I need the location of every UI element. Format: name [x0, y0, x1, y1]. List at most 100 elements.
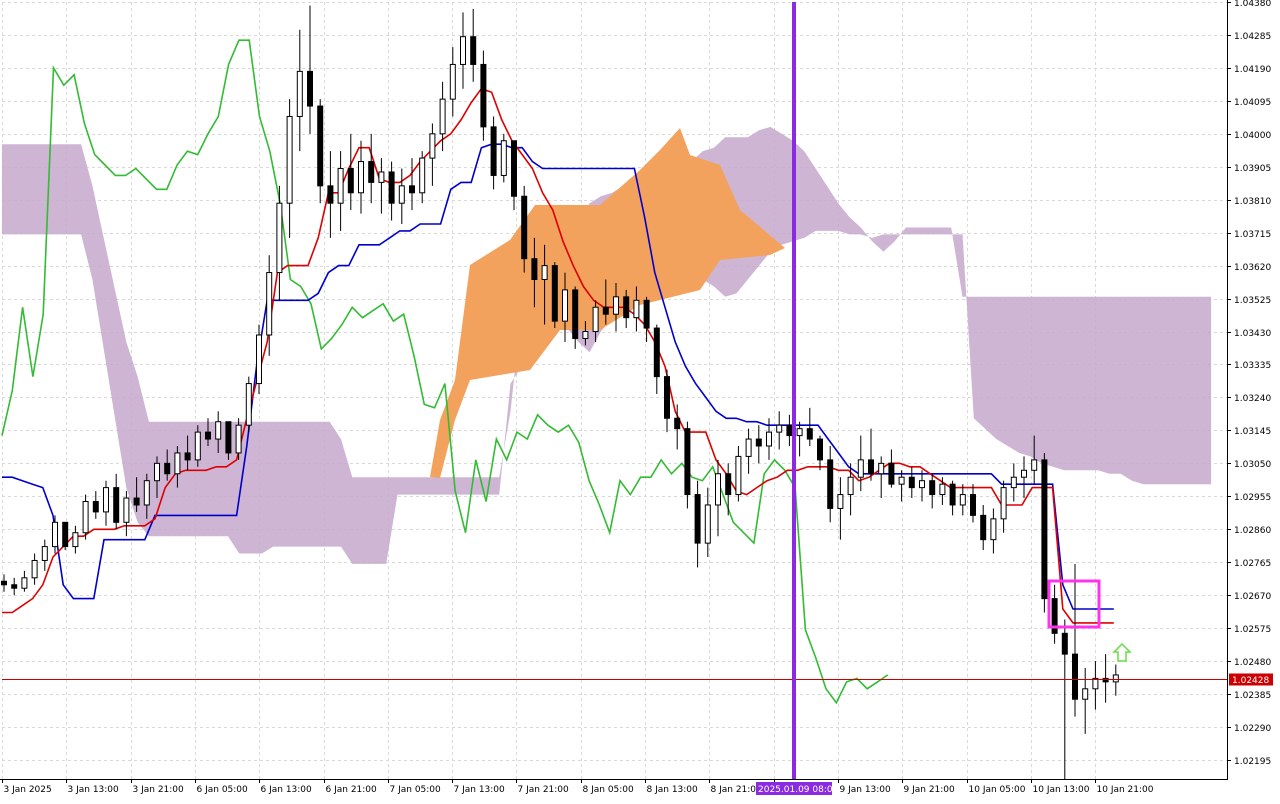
candle-body-bull	[1021, 469, 1027, 478]
candle-body-bull	[939, 483, 946, 496]
candle-body-bull	[633, 299, 640, 319]
candle-body-bull	[245, 383, 252, 426]
candle[interactable]	[1041, 452, 1048, 613]
candle[interactable]	[480, 50, 487, 141]
candle-body-bull	[766, 431, 772, 447]
candle-body-bear	[817, 438, 823, 461]
candle-body-bear	[490, 126, 497, 176]
candle-body-bear	[623, 296, 630, 319]
y-tick-label: 1.03335	[1234, 361, 1271, 371]
candle-body-bull	[847, 476, 854, 496]
candle[interactable]	[500, 133, 507, 183]
candle-body-bear	[409, 185, 415, 194]
candle[interactable]	[551, 262, 558, 329]
candle-body-bull	[1031, 459, 1038, 471]
candle[interactable]	[256, 324, 262, 394]
current-price-label: 1.02428	[1232, 676, 1269, 686]
candle-body-bull	[796, 428, 803, 437]
y-tick-label: 1.02955	[1234, 493, 1271, 503]
candle-body-bull	[735, 455, 742, 496]
y-tick-label: 1.02575	[1234, 625, 1271, 635]
candle-body-bear	[368, 161, 375, 183]
y-tick-label: 1.04380	[1234, 0, 1271, 9]
candle-body-bear	[480, 63, 487, 128]
candle-body-bear	[643, 299, 650, 329]
y-tick-label: 1.03715	[1234, 230, 1271, 240]
chart-canvas[interactable]: 1.02428 1.04380 1.04285 1.04190 1.04095 1.04…	[0, 0, 1280, 800]
candle-body-bull	[256, 334, 262, 385]
y-tick-label: 1.02385	[1234, 691, 1271, 701]
candle-body-bull	[745, 438, 752, 457]
candle-body-bear	[388, 171, 395, 204]
candle-body-bull	[898, 476, 905, 485]
candle-body-bull	[500, 140, 507, 176]
candle-body-bear	[684, 428, 691, 496]
candle-body-bull	[919, 480, 925, 489]
candle-body-bull	[82, 501, 89, 534]
candle-body-bear	[725, 473, 732, 496]
x-tick-label: 10 Jan 21:00	[1097, 785, 1154, 795]
y-tick-label: 1.02290	[1234, 724, 1271, 734]
candle-body-bear	[347, 168, 354, 194]
y-tick-label: 1.02195	[1234, 757, 1271, 767]
candle-body-bear	[11, 584, 18, 589]
candle-body-bear	[949, 483, 956, 506]
candle-body-bull	[337, 168, 344, 204]
candle-body-bull	[613, 296, 619, 315]
candle-body-bull	[266, 272, 273, 336]
candle-body-bull	[1082, 688, 1089, 700]
candle-body-bear	[1, 580, 7, 586]
candle-body-bull	[296, 70, 303, 117]
candle-body-bull	[174, 452, 181, 475]
x-tick-label: 6 Jan 13:00	[261, 785, 313, 795]
x-tick-label: 6 Jan 21:00	[326, 785, 378, 795]
candle[interactable]	[245, 376, 252, 433]
candle[interactable]	[82, 494, 89, 540]
candle[interactable]	[62, 521, 69, 551]
candle-body-bull	[1112, 674, 1119, 683]
candle-body-bear	[908, 476, 915, 489]
candle-body-bear	[205, 431, 211, 440]
candle-body-bear	[929, 480, 936, 496]
candle-body-bull	[154, 462, 160, 482]
y-tick-label: 1.04095	[1234, 98, 1271, 108]
candle-body-bear	[1102, 677, 1109, 683]
candle-body-bear	[694, 494, 701, 544]
candle-body-bear	[888, 462, 895, 485]
candle-body-bull	[1010, 476, 1017, 489]
candle-body-bear	[551, 265, 558, 322]
candle-body-bear	[531, 258, 538, 280]
y-tick-label: 1.03240	[1234, 394, 1271, 404]
candle-body-bear	[980, 514, 987, 541]
candle-body-bear	[868, 459, 874, 475]
candle-body-bear	[572, 289, 579, 339]
x-tick-label: 9 Jan 13:00	[840, 785, 892, 795]
candle-body-bear	[970, 494, 976, 516]
y-tick-label: 1.02480	[1234, 658, 1271, 668]
chart[interactable]: 1.02428 1.04380 1.04285 1.04190 1.04095 1.04…	[0, 0, 1280, 800]
candle-body-bull	[439, 98, 446, 135]
candle-body-bear	[133, 497, 140, 506]
candle-body-bull	[460, 36, 466, 65]
candle-body-bear	[225, 421, 232, 454]
candle-body-bull	[41, 546, 48, 561]
candle-body-bull	[541, 265, 548, 280]
candle-body-bull	[235, 424, 242, 454]
candle-body-bear	[521, 195, 528, 260]
candle-body-bull	[990, 518, 997, 541]
candle-body-bull	[857, 459, 864, 478]
candle-body-bull	[592, 306, 599, 333]
candle-body-bull	[704, 504, 711, 544]
candle-body-bull	[582, 331, 589, 339]
y-tick-label: 1.03145	[1234, 427, 1271, 437]
candle-body-bull	[215, 421, 222, 440]
candle-body-bull	[143, 480, 150, 506]
x-tick-label: 6 Jan 05:00	[197, 785, 249, 795]
marker-time-label: 2025.01.09 08:00	[758, 785, 839, 795]
x-tick-label: 9 Jan 21:00	[904, 785, 956, 795]
y-tick-label: 1.02670	[1234, 592, 1271, 602]
x-tick-label: 8 Jan 13:00	[647, 785, 699, 795]
candle-body-bear	[511, 140, 517, 197]
candle-body-bull	[103, 487, 109, 513]
candle-body-bear	[1061, 632, 1068, 655]
